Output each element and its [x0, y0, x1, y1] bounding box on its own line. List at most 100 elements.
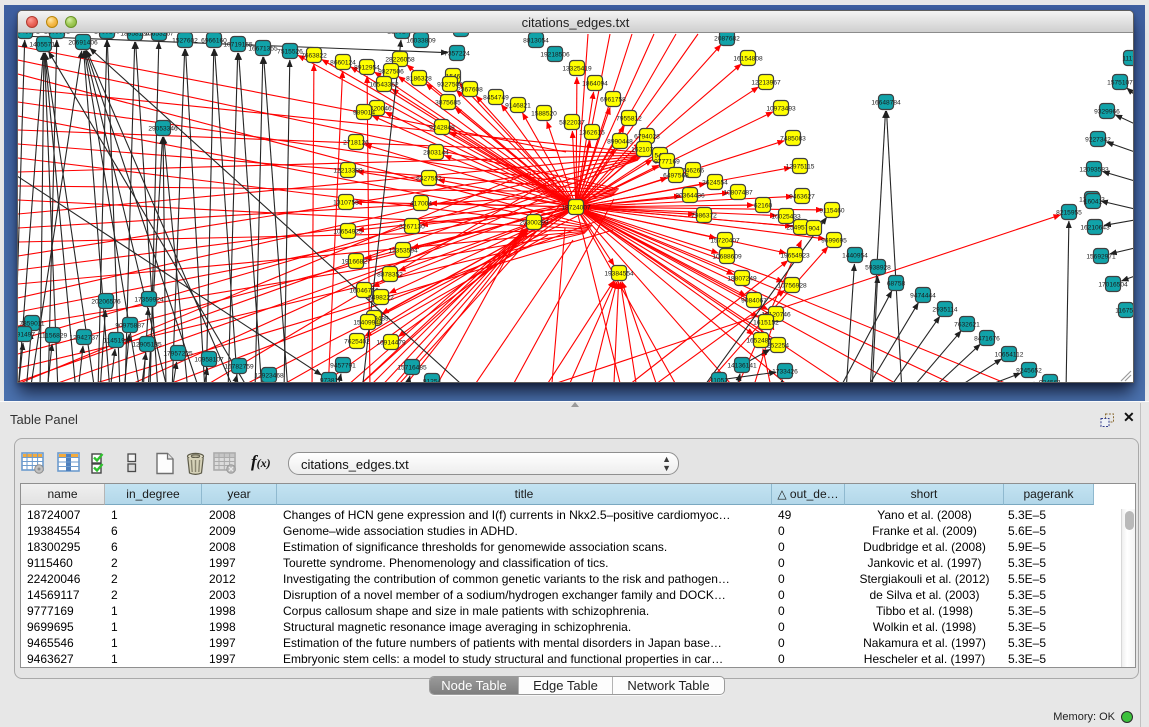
- svg-text:12353594: 12353594: [388, 247, 418, 254]
- svg-text:8813054: 8813054: [523, 37, 549, 44]
- svg-text:16648784: 16648784: [871, 99, 901, 106]
- svg-text:12213389: 12213389: [333, 167, 363, 174]
- svg-text:14136141: 14136141: [727, 362, 757, 369]
- svg-text:16033809: 16033809: [406, 37, 436, 44]
- svg-text:116753: 116753: [1115, 307, 1133, 314]
- svg-text:10653267: 10653267: [144, 33, 174, 37]
- svg-text:9084067: 9084067: [741, 297, 767, 304]
- svg-text:8454749: 8454749: [483, 94, 509, 101]
- svg-text:904: 904: [808, 225, 819, 232]
- svg-text:2087682: 2087682: [714, 35, 740, 42]
- svg-text:62160: 62160: [754, 202, 773, 209]
- svg-text:10973493: 10973493: [766, 105, 796, 112]
- svg-text:1440954: 1440954: [842, 252, 868, 259]
- svg-text:19218506: 19218506: [540, 51, 570, 58]
- svg-text:417004: 417004: [410, 200, 432, 207]
- svg-text:3267130: 3267130: [399, 223, 425, 230]
- svg-text:3875685: 3875685: [435, 99, 461, 106]
- svg-text:5498222: 5498222: [368, 294, 394, 301]
- svg-text:1615152: 1615152: [753, 319, 779, 326]
- svg-text:8878352: 8878352: [377, 271, 403, 278]
- svg-text:8215955: 8215955: [1056, 209, 1082, 216]
- svg-text:1362615: 1362615: [579, 129, 605, 136]
- svg-text:10807487: 10807487: [723, 189, 753, 196]
- svg-text:2935114: 2935114: [932, 306, 958, 313]
- svg-text:15716485: 15716485: [397, 364, 427, 371]
- svg-text:16914479: 16914479: [376, 339, 406, 346]
- svg-text:18724007: 18724007: [561, 204, 591, 211]
- svg-text:12093583: 12093583: [1079, 166, 1109, 173]
- svg-text:16154808: 16154808: [733, 55, 763, 62]
- svg-text:25300293: 25300293: [519, 219, 549, 226]
- svg-text:9699695: 9699695: [821, 237, 847, 244]
- svg-text:1310758: 1310758: [333, 199, 359, 206]
- svg-text:2203551: 2203551: [44, 33, 70, 35]
- svg-text:68758: 68758: [887, 280, 906, 287]
- svg-text:11156829: 11156829: [39, 332, 68, 339]
- svg-text:81254: 81254: [423, 378, 442, 382]
- svg-text:5938928: 5938928: [865, 264, 891, 271]
- svg-text:391497: 391497: [18, 331, 35, 338]
- svg-text:1145194: 1145194: [103, 337, 129, 344]
- svg-text:7485083: 7485083: [780, 135, 806, 142]
- svg-text:9242848: 9242848: [429, 124, 455, 131]
- svg-text:7357224: 7357224: [444, 50, 470, 57]
- svg-text:17016504: 17016504: [1098, 281, 1128, 288]
- svg-text:7986372: 7986372: [691, 212, 717, 219]
- svg-text:989014: 989014: [353, 109, 375, 116]
- svg-text:8990448: 8990448: [607, 138, 633, 145]
- svg-text:924561: 924561: [1039, 379, 1061, 382]
- svg-text:1527602: 1527602: [172, 37, 198, 44]
- svg-text:7632621: 7632621: [954, 321, 980, 328]
- svg-text:10654925: 10654925: [333, 228, 363, 235]
- svg-text:97381: 97381: [320, 377, 339, 382]
- svg-text:16543362: 16543362: [369, 81, 399, 88]
- svg-text:20206576: 20206576: [91, 298, 121, 305]
- svg-text:16782759: 16782759: [224, 363, 254, 370]
- svg-text:9245652: 9245652: [1016, 367, 1042, 374]
- svg-text:2367608: 2367608: [457, 86, 483, 93]
- svg-text:8660124: 8660124: [330, 59, 356, 66]
- svg-text:8427552: 8427552: [416, 175, 442, 182]
- svg-text:16041: 16041: [1084, 198, 1103, 205]
- svg-text:1864094: 1864094: [582, 80, 608, 87]
- svg-text:9777169: 9777169: [654, 158, 680, 165]
- svg-text:90975887: 90975887: [115, 322, 145, 329]
- svg-text:28226058: 28226058: [385, 56, 415, 63]
- svg-text:15692971: 15692971: [1086, 253, 1116, 260]
- svg-text:9115460: 9115460: [819, 207, 845, 214]
- svg-text:19166827: 19166827: [341, 258, 371, 265]
- svg-text:7663822: 7663822: [301, 52, 327, 59]
- svg-text:8186328: 8186328: [406, 75, 432, 82]
- svg-text:252254: 252254: [767, 342, 789, 349]
- svg-text:6794028: 6794028: [634, 133, 660, 140]
- svg-text:16045571: 16045571: [18, 33, 40, 35]
- svg-text:17359924: 17359924: [134, 296, 164, 303]
- svg-text:19384554: 19384554: [604, 270, 634, 277]
- svg-text:15409948: 15409948: [353, 319, 383, 326]
- svg-text:13325419: 13325419: [562, 65, 592, 72]
- svg-text:10756928: 10756928: [777, 282, 807, 289]
- svg-text:5822037: 5822037: [559, 119, 585, 126]
- svg-text:9474444: 9474444: [910, 292, 936, 299]
- svg-text:10958107: 10958107: [194, 356, 224, 363]
- svg-text:7515526: 7515526: [277, 48, 303, 55]
- svg-text:9463627: 9463627: [789, 193, 815, 200]
- svg-text:7625402: 7625402: [344, 338, 370, 345]
- svg-text:17957225: 17957225: [163, 350, 193, 357]
- svg-text:11177: 11177: [1122, 55, 1133, 62]
- svg-text:12923468: 12923468: [254, 372, 284, 379]
- svg-text:10688609: 10688609: [712, 253, 742, 260]
- svg-text:12942737: 12942737: [69, 334, 99, 341]
- svg-text:11052: 11052: [710, 377, 728, 382]
- svg-text:9227342: 9227342: [1085, 136, 1111, 143]
- svg-text:9146821: 9146821: [505, 102, 531, 109]
- svg-text:12905185: 12905185: [132, 341, 162, 348]
- svg-text:1733426: 1733426: [772, 368, 798, 375]
- svg-text:19654923: 19654923: [780, 252, 810, 259]
- svg-text:1588520: 1588520: [531, 110, 557, 117]
- svg-text:12213967: 12213967: [751, 79, 781, 86]
- svg-text:1575107: 1575107: [1107, 79, 1133, 86]
- svg-text:12975115: 12975115: [786, 163, 815, 170]
- svg-text:8471676: 8471676: [974, 335, 1000, 342]
